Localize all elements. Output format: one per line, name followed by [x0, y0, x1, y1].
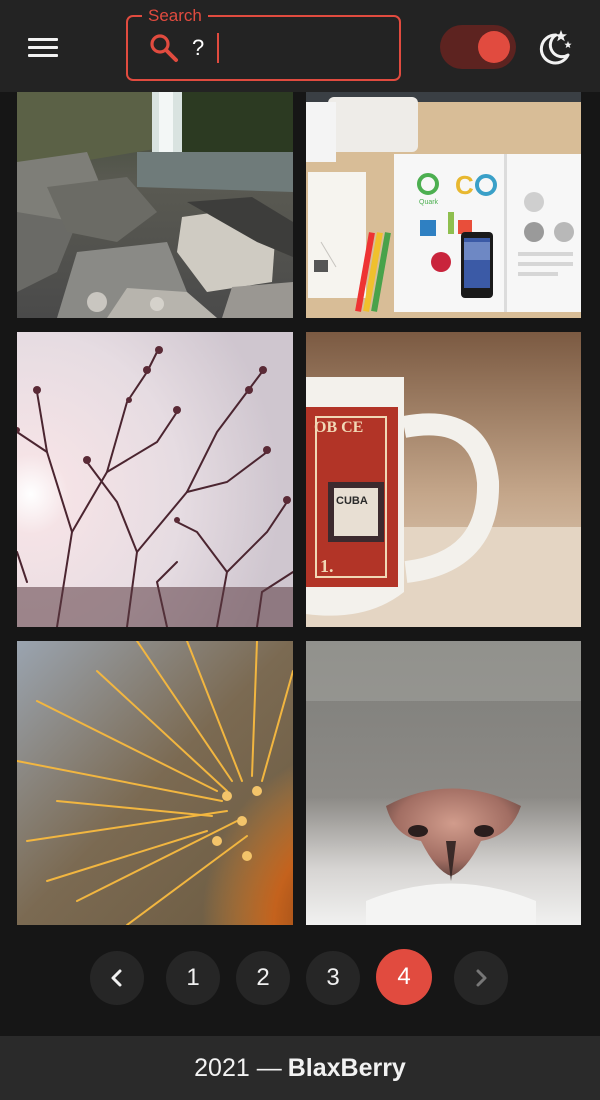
page-button-1[interactable]: 1	[166, 951, 220, 1005]
menu-bar	[28, 46, 58, 49]
page-button-3[interactable]: 3	[306, 951, 360, 1005]
text-caret	[217, 33, 219, 63]
search-icon	[150, 34, 178, 62]
toggle-knob	[478, 31, 510, 63]
gallery-image-cat-nose[interactable]	[306, 641, 581, 925]
page-button-4[interactable]: 4	[376, 949, 432, 1005]
gallery-image-waterfall-rocks[interactable]	[17, 92, 293, 318]
next-page-button	[454, 951, 508, 1005]
svg-text:CUBA: CUBA	[336, 495, 368, 507]
gallery-image-desk-notebook-phone[interactable]: C Quark	[306, 92, 581, 318]
search-input[interactable]	[192, 33, 388, 63]
prev-page-button[interactable]	[90, 951, 144, 1005]
chevron-right-icon	[476, 969, 487, 987]
pagination: 1 2 3 4	[0, 948, 600, 1008]
svg-text:OB CE: OB CE	[314, 419, 363, 436]
search-field[interactable]: Search	[126, 5, 401, 81]
svg-text:1.: 1.	[320, 556, 334, 576]
gallery-image-tree-branches-sky[interactable]	[17, 332, 293, 627]
svg-text:C: C	[455, 170, 474, 200]
page-button-2[interactable]: 2	[236, 951, 290, 1005]
gallery-image-stamp-mug[interactable]: OB CE CUBA 1.	[306, 332, 581, 627]
app-root: Search ? C Quark OB CE CUBA 1. 1 2 3 4 2…	[0, 0, 600, 1100]
svg-text:Quark: Quark	[419, 199, 439, 206]
menu-bar	[28, 54, 58, 57]
menu-icon[interactable]	[26, 34, 60, 60]
menu-bar	[28, 38, 58, 41]
footer-year: 2021 —	[194, 1053, 282, 1082]
photo-gallery: C Quark OB CE CUBA 1.	[17, 92, 581, 925]
chevron-left-icon	[111, 969, 122, 987]
footer-brand[interactable]: BlaxBerry	[288, 1054, 406, 1083]
app-footer: 2021 — BlaxBerry	[0, 1036, 600, 1100]
app-header: Search	[0, 0, 600, 92]
night-mode-icon[interactable]	[534, 27, 574, 67]
search-label: Search	[142, 5, 208, 27]
theme-toggle[interactable]	[440, 25, 516, 69]
gallery-image-cactus-spines[interactable]	[17, 641, 293, 925]
